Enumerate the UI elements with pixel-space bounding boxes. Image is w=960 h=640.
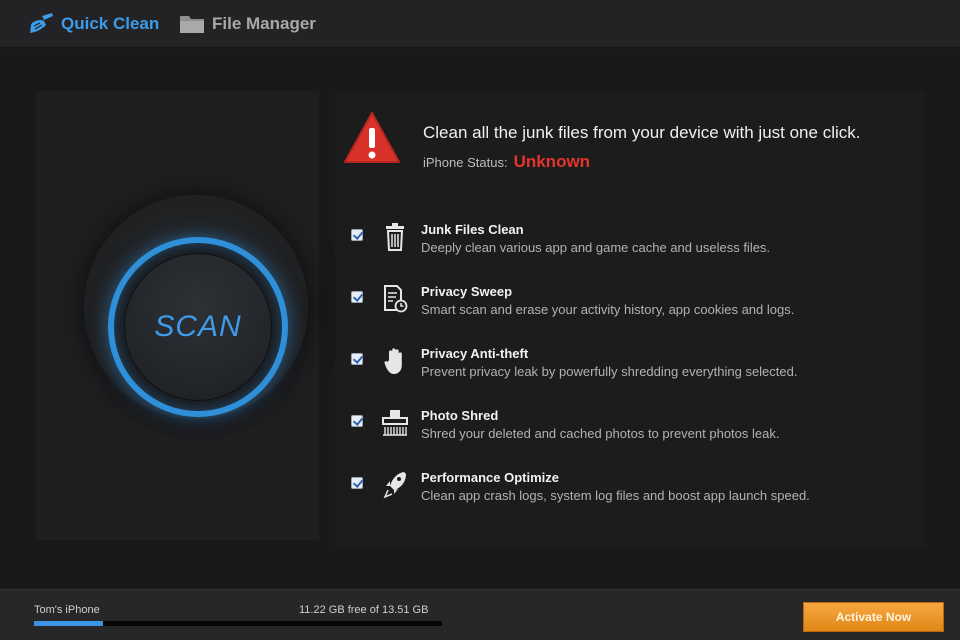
feature-desc: Clean app crash logs, system log files a… <box>421 488 810 503</box>
device-status: iPhone Status: Unknown <box>423 152 590 172</box>
scan-button[interactable]: SCAN <box>124 253 272 401</box>
activate-now-button[interactable]: Activate Now <box>803 602 944 632</box>
storage-bar-fill <box>34 621 104 626</box>
headline: Clean all the junk files from your devic… <box>423 123 861 142</box>
rocket-icon <box>382 470 408 500</box>
shredder-icon <box>382 408 408 438</box>
feature-title: Privacy Sweep <box>421 284 513 299</box>
feature-desc: Smart scan and erase your activity histo… <box>421 302 795 317</box>
feature-title: Junk Files Clean <box>421 222 524 237</box>
status-value: Unknown <box>513 152 591 171</box>
feature-junk-files: Junk Files Clean Deeply clean various ap… <box>350 222 910 270</box>
tab-quick-clean[interactable]: Quick Clean <box>28 0 159 48</box>
tab-quick-clean-label: Quick Clean <box>61 13 160 33</box>
device-name: Tom's iPhone <box>34 604 100 616</box>
top-nav: Quick Clean File Manager <box>0 0 960 48</box>
tab-file-manager-label: File Manager <box>212 13 316 33</box>
feature-desc: Shred your deleted and cached photos to … <box>421 426 780 441</box>
performance-optimize-checkbox[interactable] <box>351 477 363 489</box>
broom-icon <box>28 12 55 35</box>
hand-icon <box>382 346 408 376</box>
feature-photo-shred: Photo Shred Shred your deleted and cache… <box>350 408 910 456</box>
scan-button-label: SCAN <box>154 310 242 343</box>
feature-title: Photo Shred <box>421 408 499 423</box>
junk-files-checkbox[interactable] <box>351 229 363 241</box>
feature-desc: Deeply clean various app and game cache … <box>421 240 771 255</box>
photo-shred-checkbox[interactable] <box>351 415 363 427</box>
privacy-sweep-checkbox[interactable] <box>351 291 363 303</box>
tab-file-manager[interactable]: File Manager <box>179 0 316 48</box>
storage-label: 11.22 GB free of 13.51 GB <box>299 604 429 616</box>
storage-bar <box>34 621 442 626</box>
feature-privacy-antitheft: Privacy Anti-theft Prevent privacy leak … <box>350 346 910 394</box>
status-label: iPhone Status: <box>423 155 508 170</box>
feature-title: Performance Optimize <box>421 470 559 485</box>
folder-icon <box>179 13 206 35</box>
trash-icon <box>382 222 408 252</box>
warning-icon <box>342 110 402 166</box>
feature-performance-optimize: Performance Optimize Clean app crash log… <box>350 470 910 518</box>
feature-privacy-sweep: Privacy Sweep Smart scan and erase your … <box>350 284 910 332</box>
feature-desc: Prevent privacy leak by powerfully shred… <box>421 364 798 379</box>
privacy-antitheft-checkbox[interactable] <box>351 353 363 365</box>
feature-title: Privacy Anti-theft <box>421 346 529 361</box>
status-bar: Tom's iPhone 11.22 GB free of 13.51 GB A… <box>0 589 960 640</box>
document-clock-icon <box>382 284 408 314</box>
